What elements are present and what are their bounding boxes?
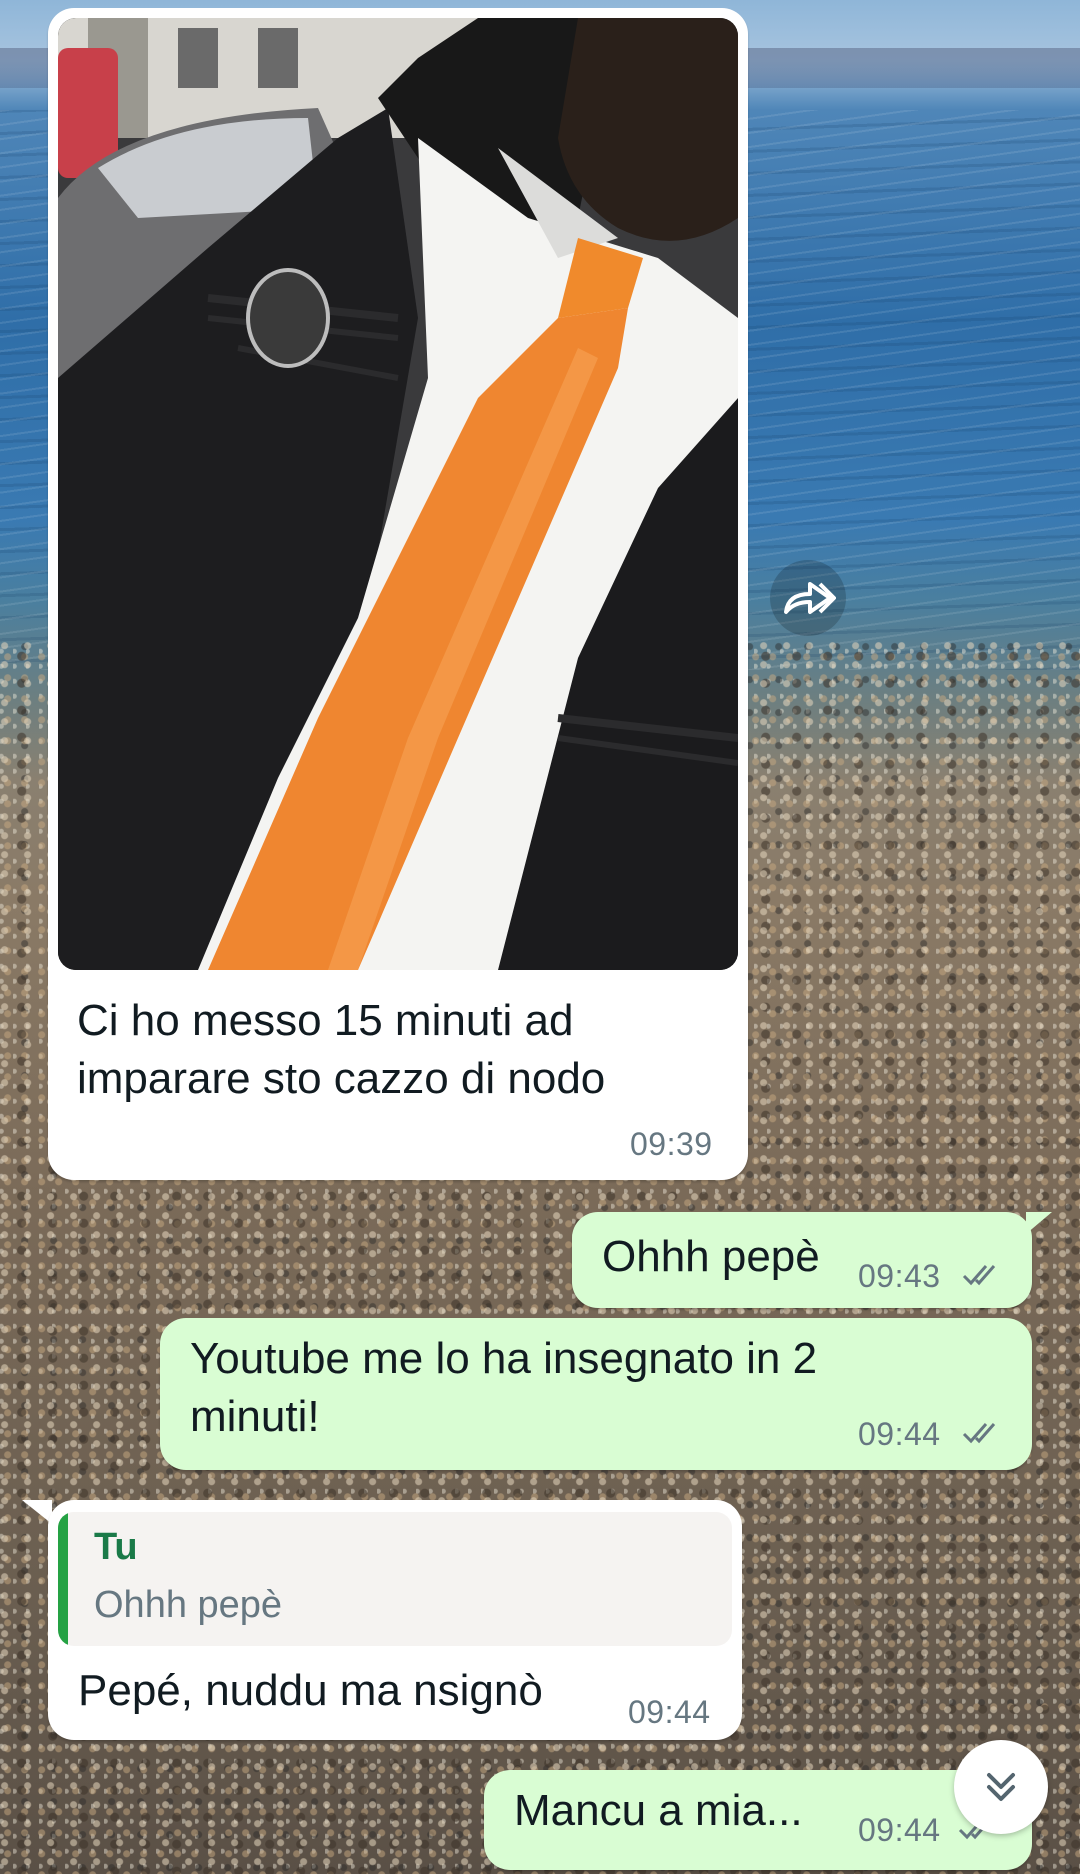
forward-button[interactable] bbox=[770, 560, 846, 636]
outgoing-bubble-tail bbox=[1026, 1212, 1052, 1234]
double-check-icon bbox=[962, 1423, 996, 1444]
message-time: 09:44 bbox=[628, 1694, 711, 1730]
message-text: Mancu a mia... bbox=[514, 1786, 803, 1835]
message-text: Pepé, nuddu ma nsignò bbox=[78, 1666, 543, 1715]
outgoing-message[interactable]: Mancu a mia... 09:44 bbox=[484, 1770, 1032, 1870]
caption-line-2: imparare sto cazzo di nodo bbox=[77, 1054, 606, 1103]
photo-image bbox=[58, 18, 738, 970]
message-line-2: minuti! bbox=[190, 1392, 320, 1441]
message-time: 09:44 bbox=[858, 1812, 941, 1848]
outgoing-message[interactable]: Youtube me lo ha insegnato in 2 minuti! … bbox=[160, 1318, 1032, 1470]
message-time: 09:39 bbox=[630, 1126, 713, 1162]
message-text: Youtube me lo ha insegnato in 2 minuti! bbox=[190, 1330, 817, 1446]
scroll-to-bottom-button[interactable] bbox=[954, 1740, 1048, 1834]
quoted-message[interactable]: Tu Ohhh pepè bbox=[58, 1512, 732, 1646]
quote-text: Ohhh pepè bbox=[94, 1584, 283, 1626]
outgoing-message[interactable]: Ohhh pepè 09:43 bbox=[572, 1212, 1032, 1308]
message-time: 09:44 bbox=[858, 1416, 941, 1452]
forward-icon bbox=[784, 582, 836, 614]
caption-line-1: Ci ho messo 15 minuti ad bbox=[77, 996, 574, 1045]
photo-caption: Ci ho messo 15 minuti ad imparare sto ca… bbox=[77, 992, 605, 1108]
quote-accent-bar bbox=[58, 1512, 68, 1646]
message-line-1: Youtube me lo ha insegnato in 2 bbox=[190, 1334, 818, 1383]
quote-author: Tu bbox=[94, 1526, 138, 1568]
double-check-icon bbox=[962, 1265, 996, 1286]
message-time: 09:43 bbox=[858, 1258, 941, 1294]
double-chevron-down-icon bbox=[987, 1773, 1015, 1801]
incoming-photo-message[interactable]: Ci ho messo 15 minuti ad imparare sto ca… bbox=[48, 8, 748, 1180]
message-text: Ohhh pepè bbox=[602, 1232, 820, 1281]
message-photo[interactable] bbox=[58, 18, 738, 970]
